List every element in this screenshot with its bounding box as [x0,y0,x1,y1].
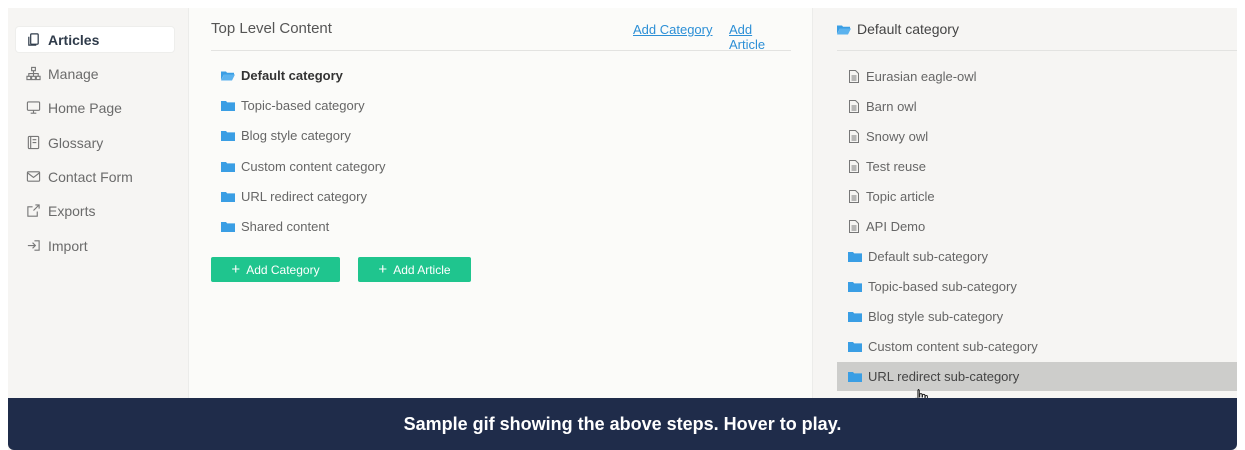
import-icon [26,238,41,253]
subcategory-item[interactable]: Default sub-category [837,242,1237,271]
document-icon [848,220,860,233]
sidebar-item-label: Home Page [48,99,122,116]
sidebar-item-label: Contact Form [48,168,133,185]
category-item-shared-content[interactable]: Shared content [221,215,329,237]
panel-title: Default category [837,21,959,37]
sidebar-item-glossary[interactable]: Glossary [16,130,174,155]
article-item[interactable]: Snowy owl [837,122,1237,151]
sidebar-item-label: Exports [48,202,96,219]
app-frame: Articles Manage Home Page Glossary Conta… [8,8,1237,450]
monitor-icon [26,100,41,115]
category-item-blog-style[interactable]: Blog style category [221,124,351,146]
document-icon [848,190,860,203]
add-category-button[interactable]: + Add Category [211,257,340,282]
add-category-link[interactable]: Add Category [633,22,713,37]
category-item-custom-content[interactable]: Custom content category [221,155,386,177]
article-item[interactable]: Barn owl [837,92,1237,121]
envelope-icon [26,169,41,184]
plus-icon: + [231,261,241,278]
subcategory-item-hovered[interactable]: URL redirect sub-category [837,362,1237,391]
divider [837,50,1237,51]
sidebar-item-manage[interactable]: Manage [16,61,174,86]
panel-title: Top Level Content [211,20,332,37]
category-contents-panel: Default category Eurasian eagle-owl Barn… [812,8,1237,450]
plus-icon: + [378,261,388,278]
subcategory-item[interactable]: Blog style sub-category [837,302,1237,331]
article-item[interactable]: Topic article [837,182,1237,211]
export-icon [26,203,41,218]
top-level-content-panel: Top Level Content Add Category Add Artic… [211,8,791,450]
subcategory-item[interactable]: Custom content sub-category [837,332,1237,361]
folder-icon [221,130,235,141]
sidebar-item-label: Articles [48,31,100,48]
folder-icon [848,341,862,352]
sidebar-item-contact-form[interactable]: Contact Form [16,164,174,189]
divider [211,50,791,51]
article-item[interactable]: Eurasian eagle-owl [837,62,1237,91]
category-item-default[interactable]: Default category [221,64,343,86]
add-article-link[interactable]: Add Article [729,22,791,52]
folder-icon [221,191,235,202]
folder-icon [848,281,862,292]
folder-icon [221,100,235,111]
folder-open-icon [221,70,235,81]
article-item[interactable]: API Demo [837,212,1237,241]
category-label: Default category [241,67,343,83]
sidebar-item-exports[interactable]: Exports [16,198,174,223]
category-item-url-redirect[interactable]: URL redirect category [221,185,367,207]
category-label: Custom content category [241,158,386,174]
category-item-topic-based[interactable]: Topic-based category [221,94,365,116]
folder-icon [221,161,235,172]
folder-open-icon [837,24,851,35]
document-icon [848,130,860,143]
article-item[interactable]: Test reuse [837,152,1237,181]
sidebar-item-label: Manage [48,65,99,82]
sidebar-item-label: Glossary [48,134,104,151]
folder-icon [848,251,862,262]
book-icon [26,135,41,150]
caption-banner[interactable]: Sample gif showing the above steps. Hove… [8,398,1237,450]
copy-icon [26,32,41,47]
folder-icon [848,371,862,382]
sitemap-icon [26,66,41,81]
document-icon [848,160,860,173]
document-icon [848,100,860,113]
category-label: Blog style category [241,127,351,143]
document-icon [848,70,860,83]
sidebar-item-home-page[interactable]: Home Page [16,95,174,120]
sidebar: Articles Manage Home Page Glossary Conta… [8,8,189,450]
sidebar-item-label: Import [48,237,88,254]
category-label: Shared content [241,218,330,234]
add-article-button[interactable]: + Add Article [358,257,471,282]
sidebar-item-articles[interactable]: Articles [16,27,174,52]
category-label: Topic-based category [241,97,365,113]
folder-icon [221,221,235,232]
folder-icon [848,311,862,322]
subcategory-item[interactable]: Topic-based sub-category [837,272,1237,301]
sidebar-item-import[interactable]: Import [16,233,174,258]
category-label: URL redirect category [241,188,367,204]
